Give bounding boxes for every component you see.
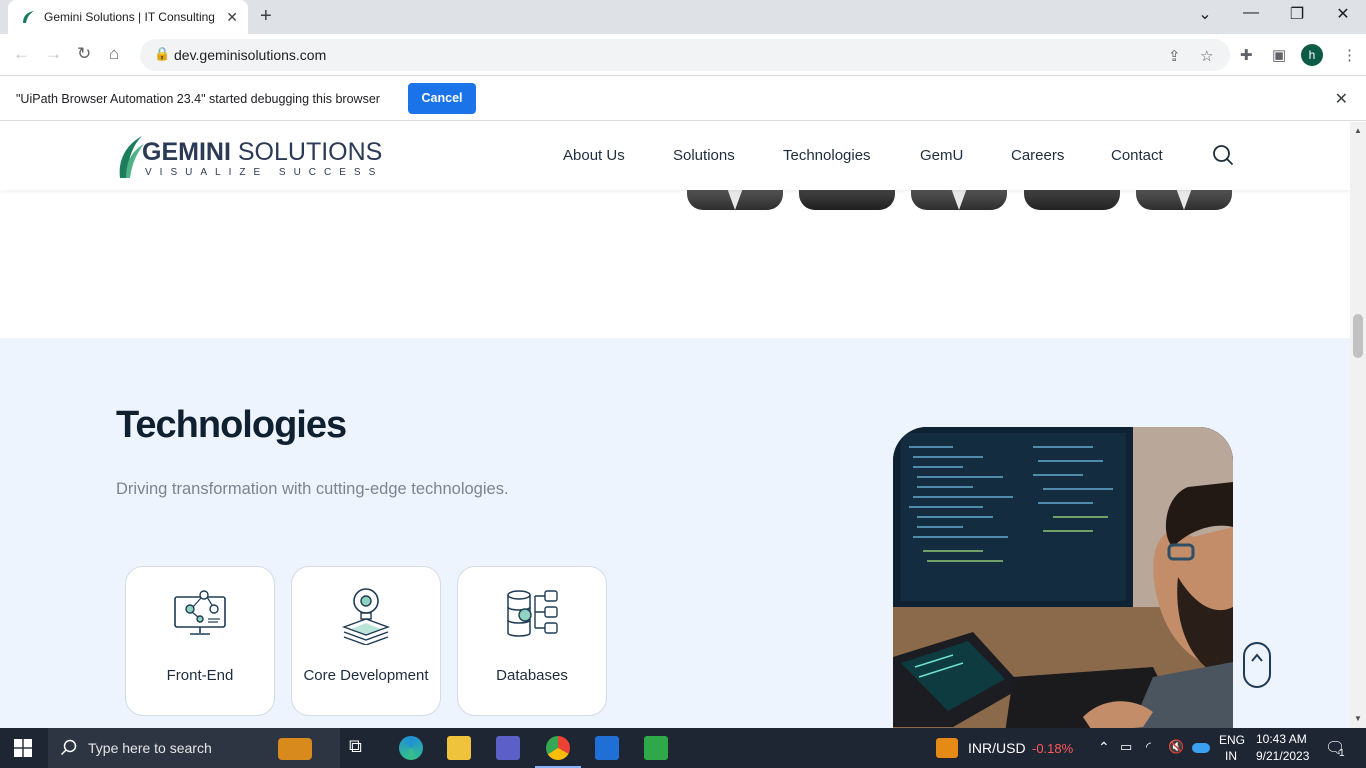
windows-start-icon[interactable] [14, 739, 32, 757]
nav-solutions[interactable]: Solutions [673, 147, 735, 164]
taskbar-search-box[interactable]: Type here to search [48, 728, 340, 768]
scroll-to-top-button[interactable] [1243, 642, 1271, 688]
lightbulb-gear-icon [341, 588, 391, 645]
edge-browser-icon[interactable] [399, 736, 423, 760]
card-label: Databases [496, 667, 568, 684]
tech-card-databases[interactable]: Databases [457, 566, 607, 716]
ticker-label[interactable]: INR/USD [968, 740, 1026, 756]
uipath-studio-icon[interactable] [595, 736, 619, 760]
back-icon[interactable]: ← [13, 44, 30, 64]
database-gear-icon [507, 590, 558, 637]
lock-icon[interactable]: 🔒 [154, 46, 170, 62]
logo-word-solutions: SOLUTIONS [237, 138, 383, 166]
nav-technologies[interactable]: Technologies [783, 147, 871, 164]
ticker-change[interactable]: -0.18% [1032, 741, 1073, 756]
notification-count: 1 [1339, 748, 1345, 759]
close-infobar-icon[interactable]: ✕ [1335, 89, 1348, 109]
forward-icon[interactable]: → [45, 44, 62, 64]
chevron-up-icon [1251, 653, 1263, 662]
scrollbar-thumb[interactable] [1353, 314, 1363, 358]
restore-icon[interactable]: ❐ [1274, 4, 1320, 24]
side-panel-icon[interactable]: ▣ [1272, 46, 1286, 64]
nav-careers[interactable]: Careers [1011, 147, 1064, 164]
close-tab-icon[interactable]: ✕ [226, 9, 238, 26]
address-bar[interactable]: 🔒 dev.geminisolutions.com ⇪ ☆ [140, 39, 1230, 71]
debug-infobar: "UiPath Browser Automation 23.4" started… [0, 77, 1366, 121]
onedrive-icon[interactable] [1192, 743, 1210, 753]
section-title: Technologies [116, 404, 347, 446]
browser-tab[interactable]: Gemini Solutions | IT Consulting ✕ [8, 0, 248, 34]
scroll-down-arrow-icon[interactable]: ▼ [1354, 714, 1362, 723]
uipath-assistant-icon[interactable] [644, 736, 668, 760]
page-viewport: GEMINI SOLUTIONS VISUALIZE SUCCESS About… [0, 122, 1350, 728]
battery-icon[interactable]: ▭ [1120, 739, 1132, 755]
developer-photo-illustration [893, 427, 1233, 728]
language-code[interactable]: ENG [1219, 733, 1245, 747]
nav-about-us[interactable]: About Us [563, 147, 625, 164]
search-icon [60, 739, 77, 756]
browser-toolbar: ← → ↻ ⌂ 🔒 dev.geminisolutions.com ⇪ ☆ ✚ … [0, 34, 1366, 76]
logo-wordmark[interactable]: GEMINI SOLUTIONS [142, 138, 382, 167]
cancel-button[interactable]: Cancel [408, 83, 476, 114]
home-icon[interactable]: ⌂ [109, 44, 119, 64]
bookmark-star-icon[interactable]: ☆ [1200, 47, 1213, 65]
chrome-icon[interactable] [546, 736, 570, 760]
favicon-icon [23, 11, 34, 23]
windows-taskbar: Type here to search ⧉ INR/USD -0.18% ⌃ ▭… [0, 728, 1366, 768]
infobar-message: "UiPath Browser Automation 23.4" started… [16, 92, 380, 106]
reload-icon[interactable]: ↻ [77, 44, 91, 64]
tab-search-icon[interactable]: ⌄ [1182, 4, 1228, 24]
region-code[interactable]: IN [1225, 749, 1237, 763]
url-text[interactable]: dev.geminisolutions.com [174, 47, 326, 63]
file-explorer-icon[interactable] [447, 736, 471, 760]
nav-contact[interactable]: Contact [1111, 147, 1163, 164]
tab-strip: Gemini Solutions | IT Consulting ✕ + ⌄ —… [0, 0, 1366, 34]
taskbar-search-placeholder: Type here to search [88, 740, 212, 756]
clock-time[interactable]: 10:43 AM [1256, 732, 1307, 746]
tray-chevron-up-icon[interactable]: ⌃ [1098, 739, 1110, 756]
menu-kebab-icon[interactable]: ⋮ [1342, 46, 1357, 64]
volume-muted-icon[interactable]: 🔇 [1168, 739, 1184, 755]
share-icon[interactable]: ⇪ [1168, 47, 1181, 65]
page-scrollbar[interactable]: ▲ ▼ [1350, 122, 1366, 728]
monitor-network-icon [174, 590, 226, 635]
wifi-icon[interactable]: ◜ [1146, 739, 1151, 755]
developer-photo [893, 427, 1233, 728]
profile-avatar[interactable]: h [1301, 44, 1323, 66]
clock-date[interactable]: 9/21/2023 [1256, 749, 1309, 763]
close-window-icon[interactable]: ✕ [1320, 4, 1366, 24]
briefcase-icon[interactable] [278, 738, 312, 760]
extensions-icon[interactable]: ✚ [1240, 46, 1253, 64]
scroll-up-arrow-icon[interactable]: ▲ [1354, 126, 1362, 135]
search-icon[interactable] [1212, 144, 1234, 166]
tab-title: Gemini Solutions | IT Consulting [44, 10, 214, 24]
tech-card-core-development[interactable]: Core Development [291, 566, 441, 716]
nav-gemu[interactable]: GemU [920, 147, 963, 164]
card-label: Front-End [166, 667, 234, 684]
teams-icon[interactable] [496, 736, 520, 760]
technologies-section: Technologies Driving transformation with… [0, 338, 1350, 728]
minimize-icon[interactable]: — [1228, 4, 1274, 22]
tech-card-front-end[interactable]: Front-End [125, 566, 275, 716]
card-label: Core Development [303, 667, 429, 684]
logo-tagline: VISUALIZE SUCCESS [145, 167, 384, 178]
logo-word-gemini: GEMINI [142, 138, 231, 166]
ticker-icon[interactable] [936, 738, 958, 758]
site-header: GEMINI SOLUTIONS VISUALIZE SUCCESS About… [0, 122, 1350, 190]
section-subtitle: Driving transformation with cutting-edge… [116, 480, 509, 498]
new-tab-icon[interactable]: + [260, 5, 272, 28]
task-view-icon[interactable]: ⧉ [349, 736, 373, 760]
